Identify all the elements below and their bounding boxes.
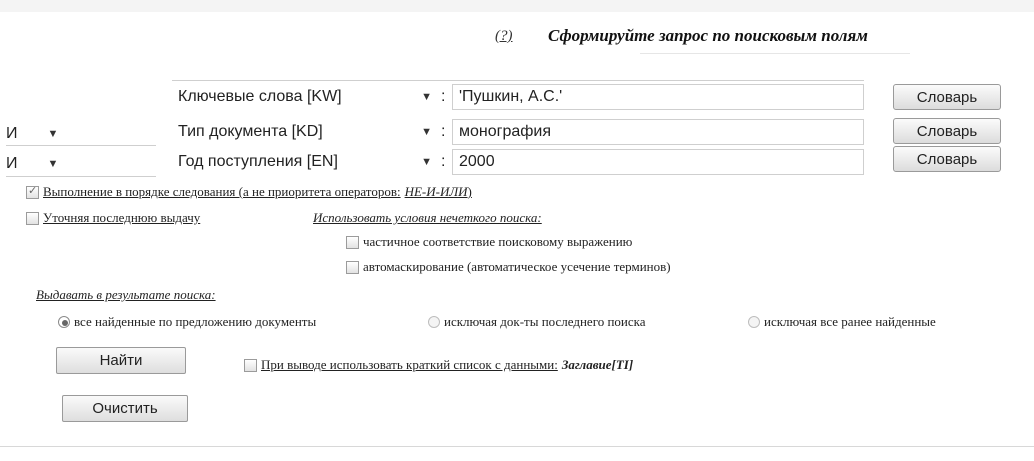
- dictionary-button-2[interactable]: Словарь: [893, 118, 1001, 144]
- colon-2: :: [441, 123, 446, 140]
- help-link[interactable]: (?): [495, 28, 513, 45]
- partial-option[interactable]: частичное соответствие поисковому выраже…: [346, 233, 632, 251]
- operator-select-3[interactable]: И ▼: [6, 153, 156, 175]
- order-checkbox[interactable]: [26, 184, 39, 199]
- clear-button[interactable]: Очистить: [62, 395, 188, 422]
- radio-exclude-all-button[interactable]: [748, 316, 760, 329]
- radio-exclude-last[interactable]: исключая док-ты последнего поиска: [428, 313, 646, 331]
- value-input-1[interactable]: 'Пушкин, А.С.': [452, 84, 864, 110]
- partial-label: частичное соответствие поисковому выраже…: [363, 234, 633, 249]
- radio-exclude-last-button[interactable]: [428, 316, 440, 329]
- operator-select-label: И: [6, 125, 18, 142]
- brief-list-value: Заглавие[TI]: [561, 357, 634, 372]
- brief-list-checkbox[interactable]: [244, 358, 257, 372]
- radio-all-button[interactable]: [58, 316, 70, 329]
- results-heading: Выдавать в результате поиска:: [36, 287, 216, 302]
- operator-select-2[interactable]: И ▼: [6, 123, 156, 145]
- form-title: Сформируйте запрос по поисковым полям: [548, 26, 868, 45]
- bottom-divider: [0, 446, 1034, 447]
- automask-label: автомаскирование (автоматическое усечени…: [363, 259, 671, 274]
- order-label: Выполнение в порядке следования (а не пр…: [43, 184, 401, 199]
- row-divider: [6, 176, 156, 177]
- field-select-label: Ключевые слова [KW]: [178, 88, 342, 105]
- find-button[interactable]: Найти: [56, 347, 186, 374]
- dropdown-arrow-icon: ▼: [421, 156, 432, 168]
- dropdown-arrow-icon: ▼: [47, 128, 59, 140]
- radio-all[interactable]: все найденные по предложению документы: [58, 313, 316, 331]
- value-input-2[interactable]: монография: [452, 119, 864, 145]
- field-select-2[interactable]: Тип документа [KD] ▼: [172, 119, 440, 145]
- dropdown-arrow-icon: ▼: [47, 158, 59, 170]
- automask-option[interactable]: автомаскирование (автоматическое усечени…: [346, 258, 671, 276]
- value-input-3[interactable]: 2000: [452, 149, 864, 175]
- row-divider: [172, 80, 864, 81]
- brief-list-label: При выводе использовать краткий список с…: [261, 357, 558, 372]
- ghost-line: [640, 53, 910, 59]
- radio-all-label: все найденные по предложению документы: [74, 314, 317, 329]
- refine-checkbox[interactable]: [26, 211, 39, 225]
- order-close: ): [467, 184, 472, 199]
- row-divider: [6, 145, 156, 146]
- dropdown-arrow-icon: ▼: [421, 126, 432, 138]
- brief-list-option[interactable]: При выводе использовать краткий список с…: [244, 356, 633, 374]
- radio-exclude-all-label: исключая все ранее найденные: [764, 314, 936, 329]
- field-select-label: Год поступления [EN]: [178, 153, 338, 170]
- operator-select-label: И: [6, 155, 18, 172]
- field-select-label: Тип документа [KD]: [178, 123, 323, 140]
- partial-checkbox[interactable]: [346, 235, 359, 249]
- automask-checkbox[interactable]: [346, 260, 359, 274]
- dictionary-button-3[interactable]: Словарь: [893, 146, 1001, 172]
- dictionary-button-1[interactable]: Словарь: [893, 84, 1001, 110]
- refine-option[interactable]: Уточняя последнюю выдачу: [26, 209, 200, 227]
- order-operators: НЕ-И-ИЛИ: [404, 184, 468, 199]
- radio-exclude-last-label: исключая док-ты последнего поиска: [444, 314, 646, 329]
- colon-3: :: [441, 153, 446, 170]
- field-select-1[interactable]: Ключевые слова [KW] ▼: [172, 84, 440, 110]
- order-option[interactable]: Выполнение в порядке следования (а не пр…: [26, 183, 472, 201]
- radio-exclude-all[interactable]: исключая все ранее найденные: [748, 313, 936, 331]
- top-strip: [0, 0, 1034, 12]
- fuzzy-heading: Использовать условия нечеткого поиска:: [313, 210, 542, 225]
- dropdown-arrow-icon: ▼: [421, 91, 432, 103]
- field-select-3[interactable]: Год поступления [EN] ▼: [172, 149, 440, 175]
- refine-label: Уточняя последнюю выдачу: [43, 210, 201, 225]
- colon-1: :: [441, 88, 446, 105]
